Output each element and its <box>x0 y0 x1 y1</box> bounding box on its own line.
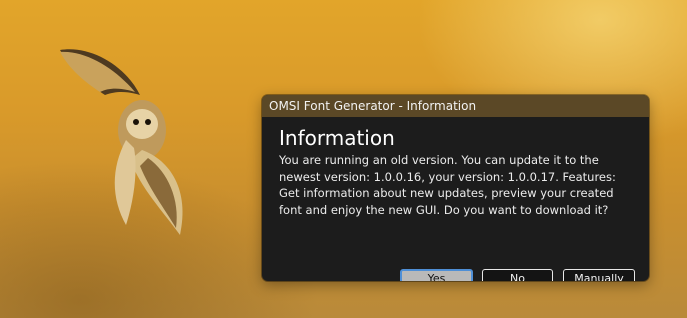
dialog-message: You are running an old version. You can … <box>279 153 616 217</box>
no-button[interactable]: No <box>482 269 553 281</box>
manually-button[interactable]: Manually <box>563 269 635 281</box>
wallpaper-owl-image <box>60 49 183 235</box>
yes-button[interactable]: Yes <box>400 269 473 281</box>
dialog-content: Information You are running an old versi… <box>262 117 649 281</box>
dialog-heading: Information <box>279 126 395 150</box>
dialog-title: OMSI Font Generator - Information <box>269 99 477 113</box>
dialog-title-bar[interactable]: OMSI Font Generator - Information <box>262 95 649 117</box>
information-dialog: OMSI Font Generator - Information Inform… <box>262 95 649 281</box>
